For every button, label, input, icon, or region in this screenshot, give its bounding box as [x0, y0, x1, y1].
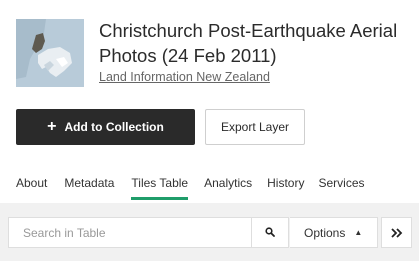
plus-icon: +	[47, 118, 57, 135]
caret-up-icon: ▲	[354, 228, 363, 237]
tab-services[interactable]: Services	[318, 176, 364, 200]
tab-history[interactable]: History	[267, 176, 304, 200]
export-layer-label: Export Layer	[220, 120, 290, 134]
layer-thumbnail	[16, 19, 84, 87]
layer-title: Christchurch Post-Earthquake Aerial Phot…	[99, 20, 398, 66]
add-to-collection-button[interactable]: + Add to Collection	[16, 109, 195, 145]
tab-tiles-table[interactable]: Tiles Table	[131, 176, 188, 200]
search-icon	[265, 224, 275, 242]
options-label: Options	[304, 225, 346, 240]
double-chevron-right-icon	[390, 225, 403, 241]
search-button[interactable]	[251, 217, 289, 248]
add-to-collection-label: Add to Collection	[64, 120, 164, 134]
export-layer-button[interactable]: Export Layer	[205, 109, 305, 145]
tab-metadata[interactable]: Metadata	[64, 176, 114, 200]
tab-analytics[interactable]: Analytics	[204, 176, 252, 200]
table-toolbar: Options ▲	[0, 203, 419, 261]
search-input[interactable]	[8, 217, 251, 248]
tab-bar: About Metadata Tiles Table Analytics His…	[16, 176, 365, 200]
options-dropdown[interactable]: Options ▲	[290, 217, 378, 248]
publisher-link[interactable]: Land Information New Zealand	[99, 70, 270, 84]
tab-about[interactable]: About	[16, 176, 47, 200]
expand-panel-button[interactable]	[381, 217, 412, 248]
